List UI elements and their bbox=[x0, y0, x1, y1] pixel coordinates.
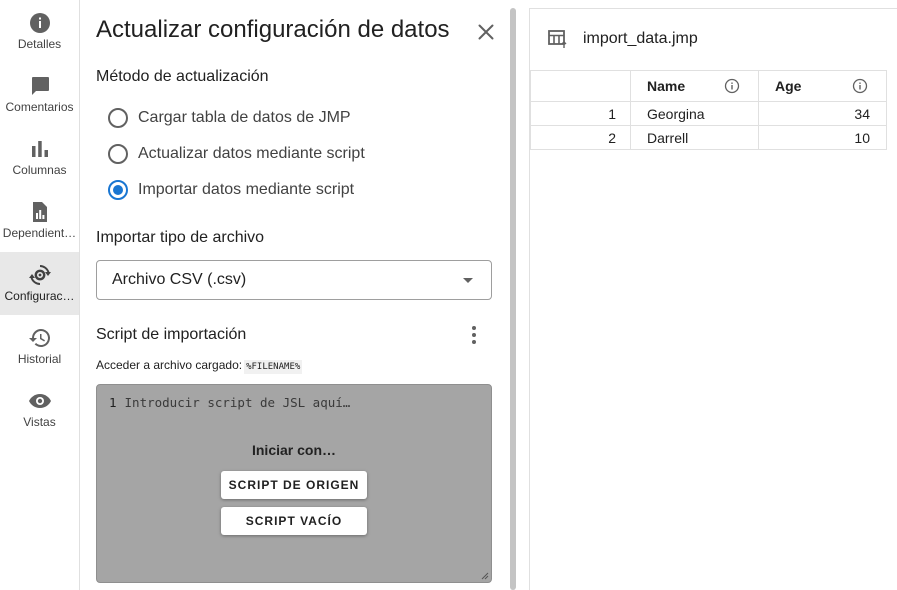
radio-button-selected[interactable] bbox=[108, 180, 128, 200]
info-icon bbox=[29, 13, 50, 33]
rail-item-label: Dependient… bbox=[2, 226, 77, 240]
row-number: 2 bbox=[530, 125, 631, 150]
radio-label: Cargar tabla de datos de JMP bbox=[138, 109, 351, 126]
close-icon[interactable] bbox=[474, 20, 498, 44]
radio-import-via-script[interactable]: Importar datos mediante script bbox=[108, 178, 354, 202]
file-type-value: Archivo CSV (.csv) bbox=[112, 271, 247, 288]
panel-title: Actualizar configuración de datos bbox=[96, 16, 450, 43]
rail-item-columns[interactable]: Columnas bbox=[0, 126, 79, 189]
data-table-view: import_data.jmp Name Age 1 Georgina 34 2… bbox=[529, 8, 897, 590]
rail-item-comments[interactable]: Comentarios bbox=[0, 63, 79, 126]
sync-settings-icon bbox=[28, 265, 51, 285]
rail-item-views[interactable]: Vistas bbox=[0, 378, 79, 441]
update-data-config-panel: Actualizar configuración de datos Método… bbox=[80, 0, 510, 590]
rail-item-label: Detalles bbox=[17, 37, 62, 51]
history-icon bbox=[28, 329, 50, 347]
rail-item-configuration[interactable]: Configurac… bbox=[0, 252, 79, 315]
more-vert-icon[interactable] bbox=[462, 323, 486, 347]
column-header-label: Name bbox=[647, 78, 686, 94]
editor-line: 1 Introducir script de JSL aquí… bbox=[109, 395, 350, 410]
radio-button[interactable] bbox=[108, 144, 128, 164]
header-row: Name Age bbox=[530, 70, 887, 102]
rail-item-label: Comentarios bbox=[5, 100, 74, 114]
info-outline-icon[interactable] bbox=[724, 78, 740, 94]
cell-age[interactable]: 10 bbox=[758, 125, 887, 150]
filename-token: %FILENAME% bbox=[244, 360, 303, 374]
radio-label: Importar datos mediante script bbox=[138, 181, 355, 198]
rail-item-dependencies[interactable]: Dependient… bbox=[0, 189, 79, 252]
bar-chart-icon bbox=[31, 141, 48, 157]
import-script-label: Script de importación bbox=[96, 326, 247, 343]
rail-item-label: Configurac… bbox=[4, 289, 75, 303]
cell-name[interactable]: Darrell bbox=[630, 125, 759, 150]
rail-item-label: Columnas bbox=[12, 163, 67, 177]
rail-item-details[interactable]: Detalles bbox=[0, 0, 79, 63]
column-header-label: Age bbox=[775, 78, 802, 94]
resize-grip-icon[interactable] bbox=[481, 572, 489, 580]
rail-item-history[interactable]: Historial bbox=[0, 315, 79, 378]
script-editor[interactable]: 1 Introducir script de JSL aquí… Iniciar … bbox=[96, 384, 492, 583]
source-script-button[interactable]: SCRIPT DE ORIGEN bbox=[221, 471, 367, 499]
file-type-select[interactable]: Archivo CSV (.csv) bbox=[96, 260, 492, 300]
data-table-icon bbox=[548, 30, 567, 48]
comment-icon bbox=[31, 77, 49, 95]
file-type-label: Importar tipo de archivo bbox=[96, 229, 265, 246]
radio-update-via-script[interactable]: Actualizar datos mediante script bbox=[108, 142, 365, 166]
rail-item-label: Historial bbox=[17, 352, 62, 366]
row-number: 1 bbox=[530, 101, 631, 126]
eye-icon bbox=[28, 394, 51, 408]
filename-hint: Acceder a archivo cargado: %FILENAME% bbox=[96, 358, 303, 374]
radio-load-jmp-table[interactable]: Cargar tabla de datos de JMP bbox=[108, 106, 351, 130]
data-grid: Name Age 1 Georgina 34 2 Darrell 10 bbox=[530, 70, 887, 150]
cell-age[interactable]: 34 bbox=[758, 101, 887, 126]
info-outline-icon[interactable] bbox=[852, 78, 868, 94]
hint-text: Acceder a archivo cargado: bbox=[96, 358, 243, 372]
table-row[interactable]: 1 Georgina 34 bbox=[530, 101, 887, 126]
start-with-label: Iniciar con… bbox=[251, 442, 337, 458]
rail-item-label: Vistas bbox=[23, 415, 56, 429]
empty-script-button[interactable]: SCRIPT VACÍO bbox=[221, 507, 367, 535]
line-number: 1 bbox=[109, 395, 117, 410]
update-method-label: Método de actualización bbox=[96, 68, 269, 85]
panel-splitter[interactable] bbox=[510, 8, 516, 590]
cell-name[interactable]: Georgina bbox=[630, 101, 759, 126]
dropdown-arrow-icon bbox=[463, 278, 473, 283]
table-row[interactable]: 2 Darrell 10 bbox=[530, 125, 887, 150]
row-number-header bbox=[530, 70, 631, 102]
radio-button[interactable] bbox=[108, 108, 128, 128]
column-header-name[interactable]: Name bbox=[630, 70, 759, 102]
data-table-title: import_data.jmp bbox=[583, 30, 698, 47]
document-chart-icon bbox=[32, 202, 47, 222]
radio-label: Actualizar datos mediante script bbox=[138, 145, 365, 162]
editor-placeholder: Introducir script de JSL aquí… bbox=[124, 395, 351, 410]
navigation-rail: Detalles Comentarios Columnas Dependient… bbox=[0, 0, 80, 590]
column-header-age[interactable]: Age bbox=[758, 70, 887, 102]
